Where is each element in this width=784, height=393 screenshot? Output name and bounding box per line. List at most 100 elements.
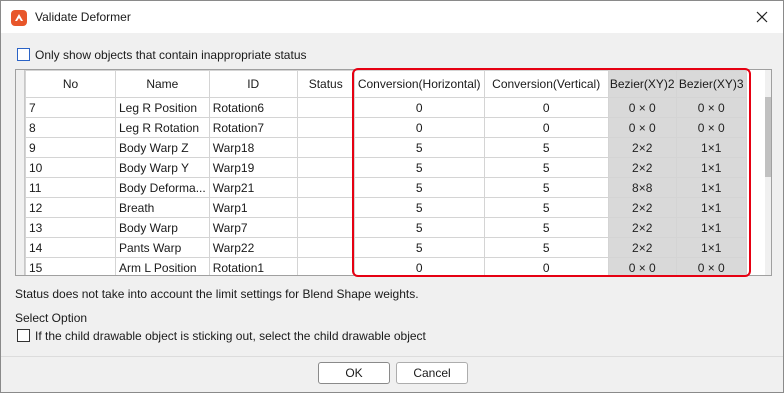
select-option-title: Select Option	[15, 311, 88, 325]
deformer-table: No Name ID Status Conversion(Horizontal)…	[15, 69, 772, 276]
cell-bezier-2: 0 × 0	[607, 97, 677, 118]
cell-no: 9	[25, 137, 116, 158]
only-inappropriate-label: Only show objects that contain inappropr…	[35, 48, 307, 62]
cell-id: Warp22	[208, 237, 298, 258]
cell-bezier-3: 0 × 0	[675, 97, 747, 118]
cell-bezier-3: 1×1	[675, 157, 747, 178]
cell-no: 10	[25, 157, 116, 178]
validate-deformer-dialog: Validate Deformer Only show objects that…	[0, 0, 784, 393]
cell-conversion-vertical: 5	[483, 137, 609, 158]
table-row[interactable]: 12 Breath Warp1 5 5 2×2 1×1	[25, 197, 747, 218]
cell-bezier-2: 2×2	[607, 137, 677, 158]
cell-name: Leg R Rotation	[115, 117, 210, 138]
cell-conversion-vertical: 0	[483, 97, 609, 118]
close-icon[interactable]	[751, 7, 773, 27]
row-header-strip	[16, 70, 25, 275]
cell-conversion-vertical: 5	[483, 157, 609, 178]
cell-status	[296, 197, 355, 218]
table-row[interactable]: 11 Body Deforma... Warp21 5 5 8×8 1×1	[25, 177, 747, 198]
table-row[interactable]: 14 Pants Warp Warp22 5 5 2×2 1×1	[25, 237, 747, 258]
only-inappropriate-checkbox[interactable]	[17, 48, 30, 61]
cell-bezier-2: 0 × 0	[607, 117, 677, 138]
column-header-bezier-2[interactable]: Bezier(XY)2	[607, 70, 677, 98]
column-header-conversion-vertical[interactable]: Conversion(Vertical)	[483, 70, 609, 98]
cell-status	[296, 177, 355, 198]
cell-conversion-horizontal: 5	[353, 157, 485, 178]
cell-status	[296, 257, 355, 275]
cell-id: Warp19	[208, 157, 298, 178]
table-vertical-scrollbar[interactable]	[765, 70, 771, 275]
cell-name: Arm L Position	[115, 257, 210, 275]
cell-name: Breath	[115, 197, 210, 218]
app-icon	[11, 10, 27, 26]
cell-bezier-3: 0 × 0	[675, 117, 747, 138]
status-note: Status does not take into account the li…	[15, 287, 419, 301]
cell-no: 7	[25, 97, 116, 118]
cell-conversion-horizontal: 0	[353, 117, 485, 138]
cell-conversion-horizontal: 5	[353, 237, 485, 258]
column-header-conversion-horizontal[interactable]: Conversion(Horizontal)	[353, 70, 485, 98]
column-header-status[interactable]: Status	[296, 70, 355, 98]
cell-no: 13	[25, 217, 116, 238]
cell-status	[296, 137, 355, 158]
cell-name: Body Deforma...	[115, 177, 210, 198]
cell-status	[296, 157, 355, 178]
cell-name: Body Warp Y	[115, 157, 210, 178]
column-header-name[interactable]: Name	[115, 70, 210, 98]
column-header-bezier-3[interactable]: Bezier(XY)3	[675, 70, 747, 98]
cell-conversion-horizontal: 0	[353, 257, 485, 275]
cell-conversion-vertical: 5	[483, 217, 609, 238]
cell-bezier-2: 2×2	[607, 157, 677, 178]
cell-bezier-2: 0 × 0	[607, 257, 677, 275]
cell-bezier-2: 8×8	[607, 177, 677, 198]
cell-conversion-horizontal: 5	[353, 137, 485, 158]
cell-name: Body Warp Z	[115, 137, 210, 158]
cell-id: Rotation7	[208, 117, 298, 138]
cell-conversion-vertical: 0	[483, 117, 609, 138]
window-title: Validate Deformer	[35, 10, 131, 24]
footer-separator	[1, 356, 783, 357]
cell-no: 15	[25, 257, 116, 275]
cell-id: Rotation6	[208, 97, 298, 118]
cell-bezier-3: 1×1	[675, 137, 747, 158]
cancel-button[interactable]: Cancel	[396, 362, 468, 384]
table-header-row: No Name ID Status Conversion(Horizontal)…	[25, 70, 747, 98]
cell-name: Pants Warp	[115, 237, 210, 258]
table-row[interactable]: 15 Arm L Position Rotation1 0 0 0 × 0 0 …	[25, 257, 747, 275]
table-row[interactable]: 7 Leg R Position Rotation6 0 0 0 × 0 0 ×…	[25, 97, 747, 118]
cell-no: 14	[25, 237, 116, 258]
cell-id: Warp21	[208, 177, 298, 198]
title-bar: Validate Deformer	[1, 1, 783, 33]
column-header-no[interactable]: No	[25, 70, 116, 98]
cell-bezier-3: 1×1	[675, 237, 747, 258]
cell-status	[296, 117, 355, 138]
cell-bezier-2: 2×2	[607, 217, 677, 238]
cell-no: 8	[25, 117, 116, 138]
cell-bezier-3: 1×1	[675, 197, 747, 218]
cell-bezier-3: 1×1	[675, 217, 747, 238]
table-row[interactable]: 10 Body Warp Y Warp19 5 5 2×2 1×1	[25, 157, 747, 178]
cell-conversion-vertical: 5	[483, 197, 609, 218]
cell-bezier-3: 0 × 0	[675, 257, 747, 275]
cell-id: Warp7	[208, 217, 298, 238]
cell-bezier-3: 1×1	[675, 177, 747, 198]
table-row[interactable]: 9 Body Warp Z Warp18 5 5 2×2 1×1	[25, 137, 747, 158]
column-header-id[interactable]: ID	[208, 70, 298, 98]
child-drawable-checkbox[interactable]	[17, 329, 30, 342]
cell-bezier-2: 2×2	[607, 197, 677, 218]
cell-status	[296, 217, 355, 238]
cell-status	[296, 97, 355, 118]
table-row[interactable]: 13 Body Warp Warp7 5 5 2×2 1×1	[25, 217, 747, 238]
ok-button[interactable]: OK	[318, 362, 390, 384]
cell-id: Warp18	[208, 137, 298, 158]
child-drawable-label: If the child drawable object is sticking…	[35, 329, 426, 343]
scrollbar-thumb[interactable]	[765, 97, 771, 177]
cell-no: 11	[25, 177, 116, 198]
cell-bezier-2: 2×2	[607, 237, 677, 258]
cell-status	[296, 237, 355, 258]
table-row[interactable]: 8 Leg R Rotation Rotation7 0 0 0 × 0 0 ×…	[25, 117, 747, 138]
cell-conversion-vertical: 5	[483, 237, 609, 258]
cell-no: 12	[25, 197, 116, 218]
cell-name: Leg R Position	[115, 97, 210, 118]
cell-conversion-horizontal: 5	[353, 197, 485, 218]
